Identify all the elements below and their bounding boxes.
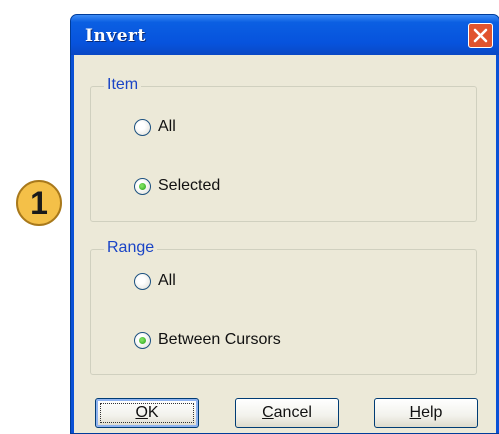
radio-label: Selected [158,177,221,194]
radio-button-unchecked[interactable] [134,273,151,290]
help-mnemonic: H [409,404,422,421]
radio-dot-icon [139,337,146,344]
dialog-body: Item All Selected Range All Between Curs… [74,55,496,433]
cancel-label-rest: ancel [273,404,312,421]
radio-button-checked[interactable] [134,332,151,349]
cancel-button[interactable]: Cancel [235,398,339,428]
help-label-rest: elp [421,404,443,421]
radio-label: Between Cursors [158,331,281,348]
radio-label: All [158,272,176,289]
radio-dot-icon [139,183,146,190]
range-group-legend: Range [104,239,158,257]
ok-button[interactable]: OK [95,398,199,428]
item-groupbox [90,86,477,222]
title-bar: Invert [71,15,499,55]
radio-label: All [158,118,176,135]
cancel-mnemonic: C [262,404,274,421]
item-group-legend: Item [104,76,142,94]
help-button[interactable]: Help [374,398,478,428]
range-groupbox [90,249,477,375]
invert-dialog: Invert Item All Selected Range All Betwe… [70,14,499,434]
close-icon [473,28,488,43]
ok-mnemonic: O [135,404,148,421]
radio-button-unchecked[interactable] [134,119,151,136]
close-button[interactable] [468,23,493,48]
window-title: Invert [85,26,146,46]
ok-label-rest: K [147,404,159,421]
radio-button-checked[interactable] [134,178,151,195]
